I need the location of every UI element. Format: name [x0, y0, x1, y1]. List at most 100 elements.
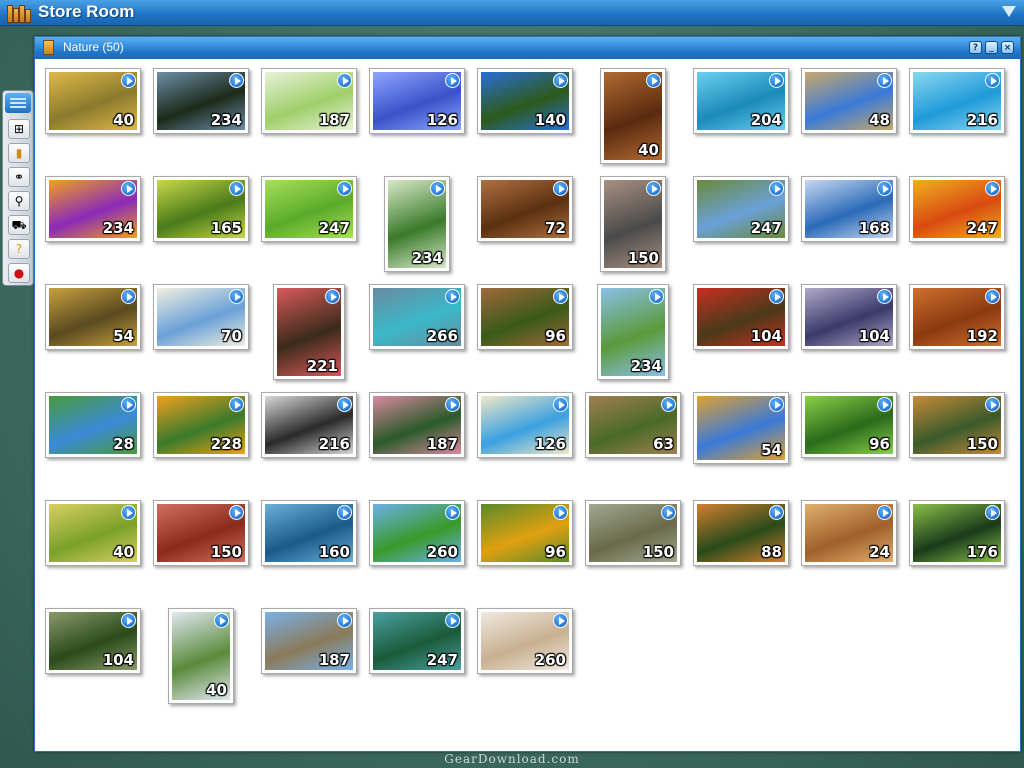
puzzle-thumbnail[interactable]: 104 [801, 284, 897, 350]
play-icon[interactable] [229, 181, 244, 196]
play-icon[interactable] [337, 505, 352, 520]
play-icon[interactable] [877, 289, 892, 304]
play-icon[interactable] [877, 397, 892, 412]
play-icon[interactable] [553, 181, 568, 196]
play-icon[interactable] [430, 181, 445, 196]
puzzle-thumbnail[interactable]: 187 [369, 392, 465, 458]
play-icon[interactable] [445, 397, 460, 412]
play-icon[interactable] [646, 73, 661, 88]
puzzle-thumbnail[interactable]: 168 [801, 176, 897, 242]
puzzle-thumbnail[interactable]: 150 [585, 500, 681, 566]
puzzle-thumbnail[interactable]: 247 [693, 176, 789, 242]
puzzle-thumbnail[interactable]: 234 [597, 284, 669, 380]
help-button[interactable]: ? [969, 41, 982, 54]
play-icon[interactable] [553, 397, 568, 412]
puzzle-thumbnail[interactable]: 228 [153, 392, 249, 458]
puzzle-thumbnail[interactable]: 88 [693, 500, 789, 566]
play-icon[interactable] [445, 505, 460, 520]
puzzle-thumbnail[interactable]: 140 [477, 68, 573, 134]
puzzle-thumbnail[interactable]: 96 [477, 284, 573, 350]
play-icon[interactable] [877, 505, 892, 520]
puzzle-thumbnail[interactable]: 96 [477, 500, 573, 566]
play-icon[interactable] [985, 397, 1000, 412]
play-icon[interactable] [325, 289, 340, 304]
play-icon[interactable] [229, 397, 244, 412]
puzzle-thumbnail[interactable]: 54 [45, 284, 141, 350]
play-icon[interactable] [553, 613, 568, 628]
puzzle-thumbnail[interactable]: 216 [909, 68, 1005, 134]
play-icon[interactable] [229, 505, 244, 520]
play-icon[interactable] [121, 505, 136, 520]
play-icon[interactable] [769, 397, 784, 412]
puzzle-thumbnail[interactable]: 70 [153, 284, 249, 350]
puzzle-thumbnail[interactable]: 96 [801, 392, 897, 458]
play-icon[interactable] [121, 181, 136, 196]
play-icon[interactable] [121, 73, 136, 88]
book-icon[interactable]: ▮ [8, 143, 30, 163]
play-icon[interactable] [769, 73, 784, 88]
play-icon[interactable] [553, 289, 568, 304]
puzzle-thumbnail[interactable]: 221 [273, 284, 345, 380]
puzzle-thumbnail[interactable]: 260 [477, 608, 573, 674]
play-icon[interactable] [769, 289, 784, 304]
puzzle-thumbnail[interactable]: 40 [600, 68, 666, 164]
play-icon[interactable] [445, 613, 460, 628]
play-icon[interactable] [121, 397, 136, 412]
puzzle-thumbnail[interactable]: 247 [909, 176, 1005, 242]
puzzle-thumbnail[interactable]: 24 [801, 500, 897, 566]
puzzle-thumbnail[interactable]: 40 [45, 68, 141, 134]
puzzle-thumbnail[interactable]: 48 [801, 68, 897, 134]
close-button[interactable]: × [1001, 41, 1014, 54]
play-icon[interactable] [229, 73, 244, 88]
chevron-down-icon[interactable] [1002, 6, 1016, 17]
play-icon[interactable] [214, 613, 229, 628]
play-icon[interactable] [646, 181, 661, 196]
puzzle-icon[interactable]: ⊞ [8, 119, 30, 139]
puzzle-thumbnail[interactable]: 63 [585, 392, 681, 458]
cart-icon[interactable]: ⛟ [8, 215, 30, 235]
puzzle-thumbnail[interactable]: 150 [600, 176, 666, 272]
puzzle-thumbnail[interactable]: 234 [153, 68, 249, 134]
puzzle-thumbnail[interactable]: 160 [261, 500, 357, 566]
puzzle-thumbnail[interactable]: 40 [45, 500, 141, 566]
puzzle-thumbnail[interactable]: 247 [261, 176, 357, 242]
puzzle-thumbnail[interactable]: 187 [261, 608, 357, 674]
puzzle-thumbnail[interactable]: 234 [45, 176, 141, 242]
play-icon[interactable] [985, 181, 1000, 196]
play-icon[interactable] [649, 289, 664, 304]
play-icon[interactable] [337, 73, 352, 88]
puzzle-thumbnail[interactable]: 266 [369, 284, 465, 350]
puzzle-thumbnail[interactable]: 104 [45, 608, 141, 674]
puzzle-thumbnail[interactable]: 165 [153, 176, 249, 242]
play-icon[interactable] [661, 505, 676, 520]
play-icon[interactable] [121, 289, 136, 304]
binoculars-icon[interactable]: ⚭ [8, 167, 30, 187]
window-title-bar[interactable]: Nature (50) ? _ × [35, 37, 1020, 59]
puzzle-thumbnail[interactable]: 150 [909, 392, 1005, 458]
puzzle-thumbnail[interactable]: 204 [693, 68, 789, 134]
play-icon[interactable] [553, 73, 568, 88]
puzzle-thumbnail[interactable]: 176 [909, 500, 1005, 566]
puzzle-thumbnail[interactable]: 260 [369, 500, 465, 566]
play-icon[interactable] [229, 289, 244, 304]
play-icon[interactable] [337, 613, 352, 628]
puzzle-thumbnail[interactable]: 234 [384, 176, 450, 272]
puzzle-thumbnail[interactable]: 216 [261, 392, 357, 458]
toolbar-handle[interactable] [5, 93, 31, 113]
minimize-button[interactable]: _ [985, 41, 998, 54]
play-icon[interactable] [877, 181, 892, 196]
play-icon[interactable] [769, 505, 784, 520]
play-icon[interactable] [121, 613, 136, 628]
puzzle-thumbnail[interactable]: 150 [153, 500, 249, 566]
play-icon[interactable] [985, 73, 1000, 88]
play-icon[interactable] [877, 73, 892, 88]
help-icon[interactable]: ? [8, 239, 30, 259]
puzzle-thumbnail[interactable]: 40 [168, 608, 234, 704]
play-icon[interactable] [985, 505, 1000, 520]
play-icon[interactable] [337, 397, 352, 412]
puzzle-thumbnail[interactable]: 126 [369, 68, 465, 134]
record-icon[interactable]: ● [8, 263, 30, 283]
play-icon[interactable] [445, 73, 460, 88]
magnifier-icon[interactable]: ⚲ [8, 191, 30, 211]
play-icon[interactable] [553, 505, 568, 520]
